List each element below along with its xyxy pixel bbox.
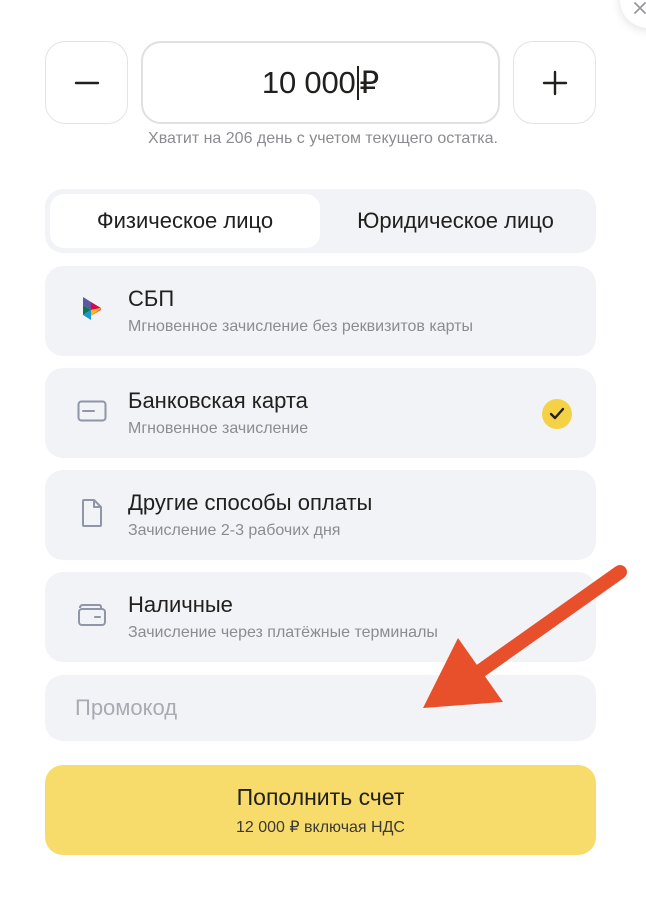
document-icon [77, 498, 107, 528]
text-caret [356, 65, 359, 100]
payment-method-other[interactable]: Другие способы оплаты Зачисление 2-3 раб… [45, 470, 596, 560]
top-up-button[interactable]: Пополнить счет 12 000 ₽ включая НДС [45, 765, 596, 855]
amount-input[interactable]: 10 000 ₽ [141, 41, 500, 124]
wallet-icon [77, 600, 107, 630]
payment-method-subtitle: Мгновенное зачисление [128, 420, 309, 437]
payment-method-title: СБП [128, 286, 175, 311]
plus-icon [542, 70, 567, 95]
payment-method-title: Другие способы оплаты [128, 490, 373, 515]
decrease-amount-button[interactable] [45, 41, 128, 124]
payment-method-subtitle: Зачисление 2-3 рабочих дня [128, 522, 341, 539]
selected-check-icon [542, 399, 572, 429]
payment-method-title: Банковская карта [128, 388, 308, 413]
tab-individual[interactable]: Физическое лицо [50, 194, 320, 248]
payment-method-subtitle: Зачисление через платёжные терминалы [128, 624, 438, 641]
top-up-button-label: Пополнить счет [236, 783, 405, 810]
sbp-logo-icon [77, 294, 107, 324]
top-up-button-total: 12 000 ₽ включая НДС [236, 818, 405, 836]
increase-amount-button[interactable] [513, 41, 596, 124]
tab-legal-entity[interactable]: Юридическое лицо [320, 194, 591, 248]
payment-method-sbp[interactable]: СБП Мгновенное зачисление без реквизитов… [45, 266, 596, 356]
balance-hint: Хватит на 206 день с учетом текущего ост… [148, 130, 498, 147]
minus-icon [74, 81, 99, 84]
amount-value: 10 000 [261, 64, 356, 100]
close-button[interactable] [620, 0, 646, 28]
close-icon [634, 2, 646, 14]
credit-card-icon [77, 396, 107, 426]
payment-method-title: Наличные [128, 592, 233, 617]
payment-method-cash[interactable]: Наличные Зачисление через платёжные терм… [45, 572, 596, 662]
payment-method-subtitle: Мгновенное зачисление без реквизитов кар… [128, 318, 473, 335]
amount-currency: ₽ [359, 64, 380, 100]
payer-type-switch: Физическое лицо Юридическое лицо [45, 189, 596, 253]
promo-code-input[interactable] [45, 675, 596, 741]
payment-method-bank-card[interactable]: Банковская карта Мгновенное зачисление [45, 368, 596, 458]
